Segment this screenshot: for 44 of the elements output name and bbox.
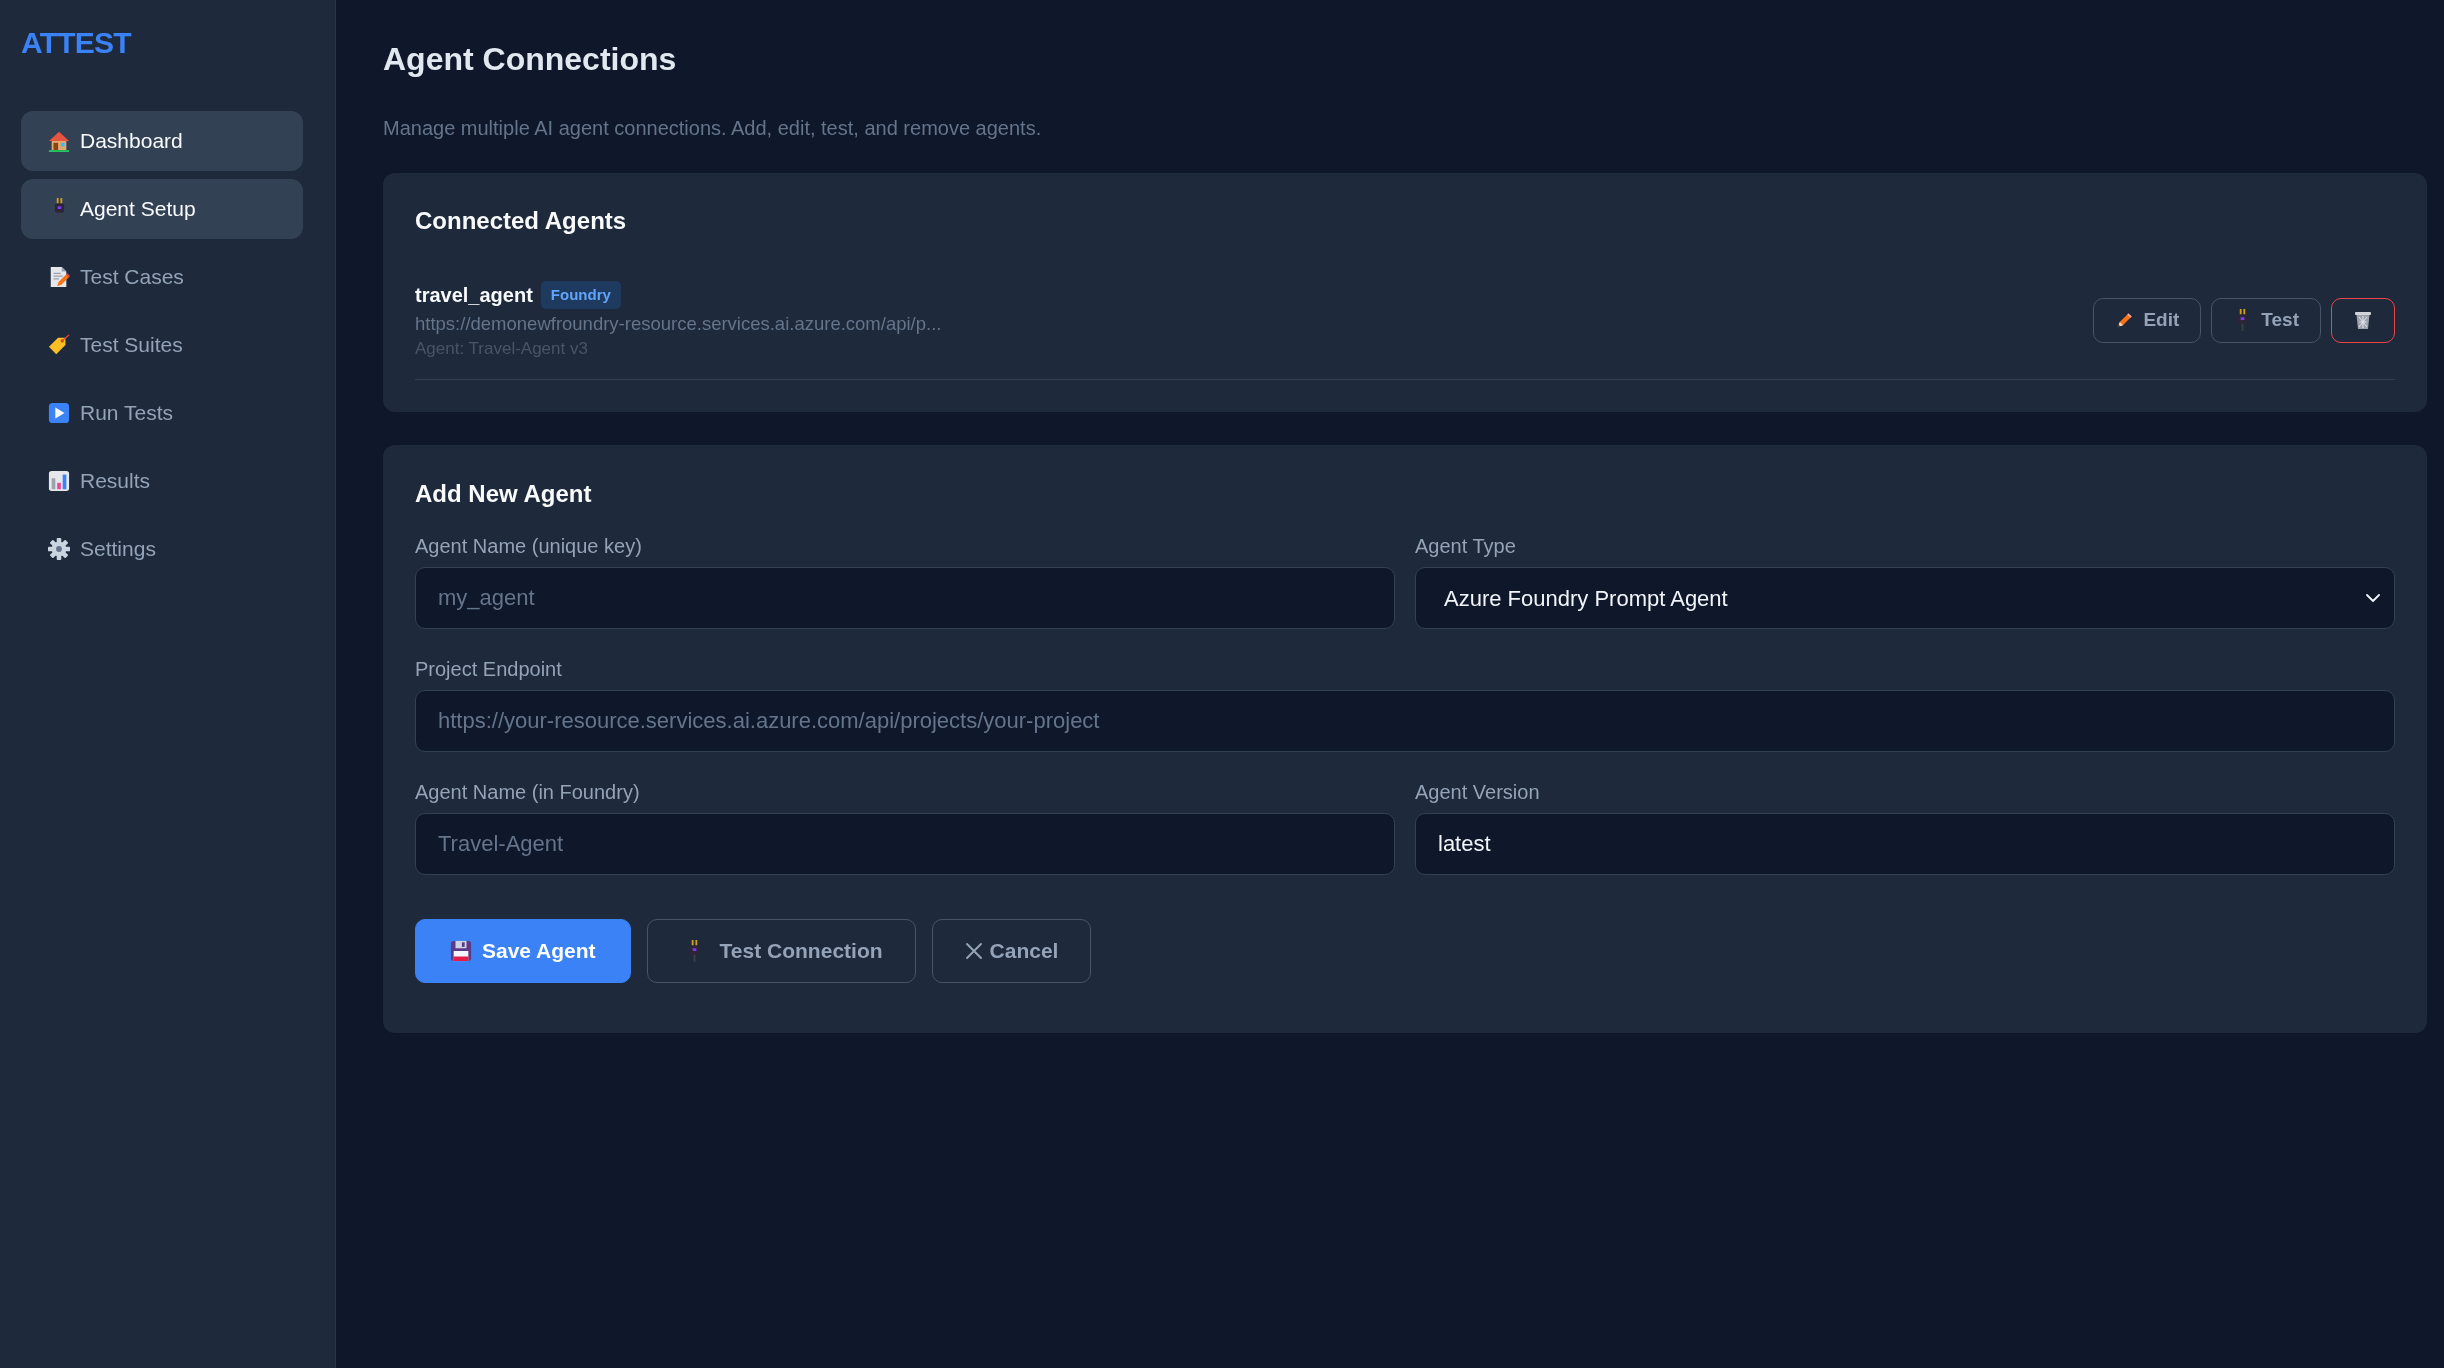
save-button[interactable]: Save Agent (415, 919, 631, 983)
plug-icon (689, 940, 701, 962)
test-connection-button[interactable]: Test Connection (646, 919, 916, 983)
edit-button[interactable]: Edit (2093, 297, 2202, 343)
trash-icon (2353, 310, 2373, 330)
section-heading: Add New Agent (415, 479, 593, 509)
nav-item[interactable]: Settings (21, 519, 303, 579)
section-heading: Connected Agents (415, 206, 628, 236)
delete-button[interactable] (2331, 297, 2395, 343)
house-icon (48, 130, 70, 152)
close-icon (964, 942, 983, 960)
app-logo: ATTEST (21, 25, 131, 61)
chevron-down-icon (2366, 594, 2380, 602)
nav-item[interactable]: Test Cases (21, 247, 303, 307)
agent-name: travel_agent (415, 283, 533, 308)
nav-item[interactable]: Run Tests (21, 383, 303, 443)
cancel-button[interactable]: Cancel (931, 919, 1092, 983)
field-label: Agent Version (1415, 780, 1541, 804)
page-description: Manage multiple AI agent connections. Add, edit, test, and remove agents. (383, 116, 1043, 141)
tag-icon (48, 334, 70, 356)
nav-item[interactable]: Test Suites (21, 315, 303, 375)
select-field[interactable]: Azure Foundry Prompt Agent (1415, 567, 2395, 629)
field-label: Project Endpoint (415, 657, 563, 681)
nav-item[interactable]: Agent Setup (21, 179, 303, 239)
test-button[interactable]: Test (2211, 297, 2321, 343)
document-pencil-icon (48, 266, 70, 288)
play-icon (48, 402, 70, 424)
bar-chart-icon (48, 470, 70, 492)
input-field[interactable]: https://your-resource.services.ai.azure.com/api/projects/your-project (415, 690, 2395, 752)
field-label: Agent Type (1415, 534, 1517, 558)
input-field[interactable]: latest (1415, 813, 2395, 875)
field-label: Agent Name (in Foundry) (415, 780, 641, 804)
field-label: Agent Name (unique key) (415, 534, 643, 558)
plug-icon (2237, 309, 2249, 331)
type-badge: Foundry (540, 281, 621, 309)
page-title: Agent Connections (383, 40, 678, 78)
pencil-icon (2115, 310, 2135, 330)
input-field[interactable]: Travel-Agent (415, 813, 1395, 875)
plug-icon (53, 198, 65, 220)
nav-item[interactable]: Dashboard (21, 111, 303, 171)
gear-icon (48, 538, 70, 560)
agent-endpoint: https://demonewfroundry-resource.services.ai.azure.com/api/p... (415, 313, 942, 335)
nav-item[interactable]: Results (21, 451, 303, 511)
input-field[interactable]: my_agent (415, 567, 1395, 629)
